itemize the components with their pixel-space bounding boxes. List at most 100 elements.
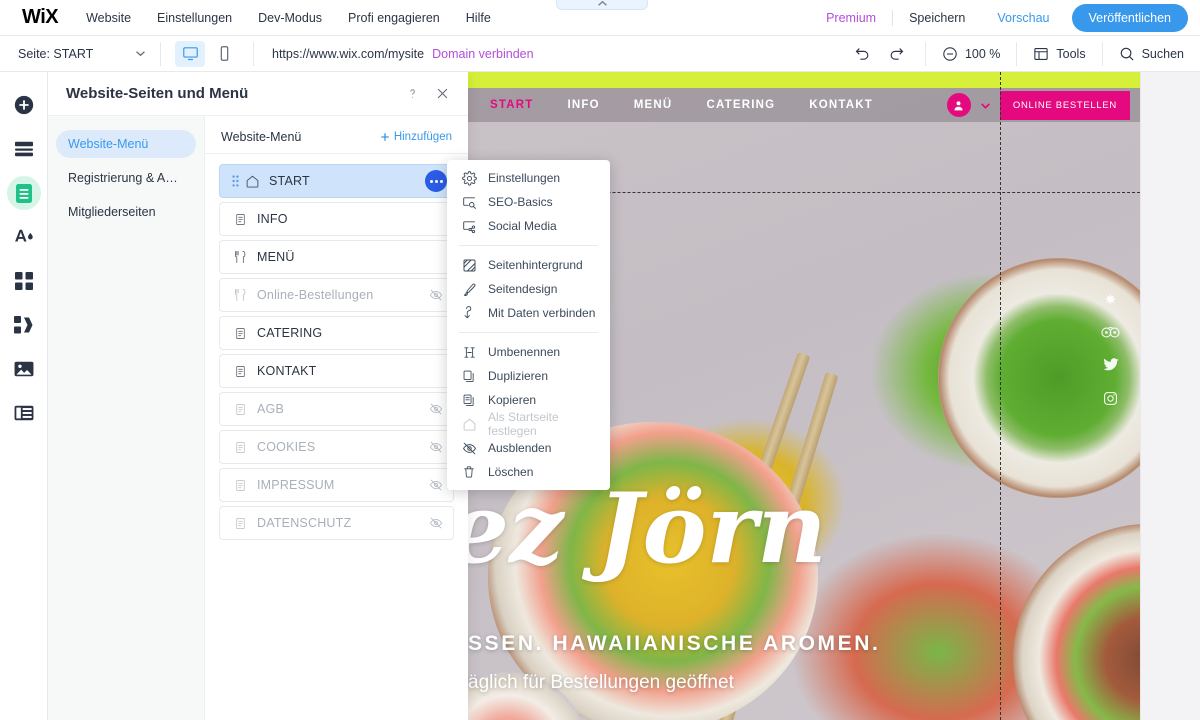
menu-item-social-media[interactable]: Social Media: [447, 214, 610, 238]
chevron-down-icon[interactable]: [979, 99, 992, 112]
pages-list[interactable]: START INFO MENÜ Online-Bestellungen CATERING…: [205, 154, 468, 558]
media-icon[interactable]: [7, 352, 41, 386]
site-url-bar[interactable]: https://www.wix.com/mysite Domain verbin…: [254, 47, 552, 61]
menu-item-label: Umbenennen: [488, 345, 561, 359]
page-row-cookies[interactable]: COOKIES: [219, 430, 454, 464]
mobile-view-button[interactable]: [209, 41, 239, 67]
publish-button[interactable]: Veröffentlichen: [1071, 3, 1188, 32]
search-button[interactable]: Suchen: [1119, 46, 1184, 62]
tools-icon: [1034, 47, 1049, 60]
menu-item-seo-basics[interactable]: SEO-Basics: [447, 190, 610, 214]
pages-list-title: Website-Menü: [221, 130, 302, 144]
zoom-out-button[interactable]: 100 %: [942, 46, 1000, 62]
menu-item-einstellungen[interactable]: Einstellungen: [447, 166, 610, 190]
trash-icon: [461, 465, 477, 479]
hero-subheadline: äglich für Bestellungen geöffnet: [468, 672, 734, 693]
page-row-impressum[interactable]: IMPRESSUM: [219, 468, 454, 502]
sidebar-item-mitgliederseiten[interactable]: Mitgliederseiten: [56, 198, 196, 226]
pages-panel[interactable]: Website-Seiten und Menü Website-Menü Reg…: [48, 72, 468, 720]
menu-item-label: Als Startseite festlegen: [488, 410, 559, 438]
page-row-info[interactable]: INFO: [219, 202, 454, 236]
topnav-profi-engagieren[interactable]: Profi engagieren: [348, 11, 440, 25]
online-order-button[interactable]: ONLINE BESTELLEN: [999, 90, 1130, 120]
page-row-agb[interactable]: AGB: [219, 392, 454, 426]
topnav-dev-modus[interactable]: Dev-Modus: [258, 11, 322, 25]
connect-domain-link[interactable]: Domain verbinden: [432, 47, 533, 61]
tripadvisor-icon[interactable]: [1101, 326, 1120, 339]
page-more-actions-button[interactable]: [425, 170, 447, 192]
topnav-website[interactable]: Website: [86, 11, 131, 25]
add-page-button[interactable]: Hinzufügen: [380, 131, 452, 143]
instagram-icon[interactable]: [1103, 391, 1118, 406]
page-row-label: KONTAKT: [257, 364, 317, 378]
site-navigation-bar[interactable]: START INFO MENÜ CATERING KONTAKT ONLINE …: [468, 88, 1140, 122]
apps-icon[interactable]: [7, 264, 41, 298]
undo-icon[interactable]: [851, 42, 875, 66]
menu-item-seitenhintergrund[interactable]: Seitenhintergrund: [447, 253, 610, 277]
site-nav-item-start[interactable]: START: [490, 99, 533, 111]
site-url-text: https://www.wix.com/mysite: [272, 46, 425, 61]
page-icon: [232, 441, 248, 454]
menu-item-duplizieren[interactable]: Duplizieren: [447, 364, 610, 388]
page-selector-dropdown[interactable]: Seite: START: [0, 36, 160, 71]
add-section-icon[interactable]: [7, 132, 41, 166]
site-nav-item-kontakt[interactable]: KONTAKT: [809, 99, 873, 111]
site-design-icon[interactable]: [7, 220, 41, 254]
sidebar-item-registrierung[interactable]: Registrierung & Anm…: [56, 164, 196, 192]
collapse-toolbar-handle[interactable]: [556, 0, 648, 10]
undo-redo-group: [835, 36, 925, 71]
drag-handle-icon[interactable]: [232, 175, 239, 187]
content-manager-icon[interactable]: [7, 396, 41, 430]
page-row-men-[interactable]: MENÜ: [219, 240, 454, 274]
help-icon[interactable]: [400, 82, 424, 106]
page-row-kontakt[interactable]: KONTAKT: [219, 354, 454, 388]
hidden-page-icon: [429, 478, 443, 492]
panel-header-actions: [400, 82, 454, 106]
site-nav-item-info[interactable]: INFO: [567, 99, 599, 111]
menu-item-label: Kopieren: [488, 393, 537, 407]
menu-item-kopieren[interactable]: Kopieren: [447, 388, 610, 412]
duplicate-icon: [461, 369, 477, 383]
pages-panel-sidebar: Website-Menü Registrierung & Anm… Mitgli…: [48, 116, 205, 720]
preview-button[interactable]: Vorschau: [981, 11, 1065, 25]
pages-panel-main: Website-Menü Hinzufügen START INFO MENÜ Onl…: [205, 116, 468, 720]
close-icon[interactable]: [430, 82, 454, 106]
chevron-down-icon: [136, 51, 145, 57]
plus-icon: [381, 133, 389, 141]
editor-main-nav: Website Einstellungen Dev-Modus Profi en…: [86, 11, 491, 25]
page-row-catering[interactable]: CATERING: [219, 316, 454, 350]
wix-logo[interactable]: WiX: [22, 6, 59, 29]
add-ons-icon[interactable]: [7, 308, 41, 342]
pages-panel-header: Website-Seiten und Menü: [48, 72, 468, 116]
save-button[interactable]: Speichern: [893, 11, 981, 25]
menu-item-ausblenden[interactable]: Ausblenden: [447, 436, 610, 460]
page-selector-label: Seite: START: [18, 46, 94, 61]
page-icon: [232, 327, 248, 340]
page-context-menu[interactable]: Einstellungen SEO-Basics Social Media Seite…: [447, 160, 610, 490]
pages-menu-icon[interactable]: [6, 176, 41, 210]
tools-button[interactable]: Tools: [1033, 46, 1086, 62]
menu-item-l-schen[interactable]: Löschen: [447, 460, 610, 484]
site-nav-item-catering[interactable]: CATERING: [706, 99, 775, 111]
menu-divider: [459, 332, 598, 333]
add-elements-icon[interactable]: [7, 88, 41, 122]
redo-icon[interactable]: [885, 42, 909, 66]
topnav-hilfe[interactable]: Hilfe: [466, 11, 491, 25]
site-nav-items: START INFO MENÜ CATERING KONTAKT: [468, 99, 873, 111]
topnav-einstellungen[interactable]: Einstellungen: [157, 11, 232, 25]
restaurant-icon: [232, 250, 248, 264]
page-row-datenschutz[interactable]: DATENSCHUTZ: [219, 506, 454, 540]
editor-topbar: WiX Website Einstellungen Dev-Modus Prof…: [0, 0, 1200, 36]
twitter-icon[interactable]: [1102, 358, 1119, 372]
menu-item-seitendesign[interactable]: Seitendesign: [447, 277, 610, 301]
menu-item-umbenennen[interactable]: Umbenennen: [447, 340, 610, 364]
premium-link[interactable]: Premium: [810, 11, 892, 25]
page-row-online-bestellungen[interactable]: Online-Bestellungen: [219, 278, 454, 312]
menu-item-mit-daten-verbinden[interactable]: Mit Daten verbinden: [447, 301, 610, 325]
yelp-icon[interactable]: [1103, 292, 1118, 307]
avatar[interactable]: [946, 93, 971, 117]
desktop-view-button[interactable]: [175, 40, 205, 67]
sidebar-item-website-menu[interactable]: Website-Menü: [56, 130, 196, 158]
page-row-start[interactable]: START: [219, 164, 454, 198]
site-nav-item-menu[interactable]: MENÜ: [634, 99, 673, 111]
